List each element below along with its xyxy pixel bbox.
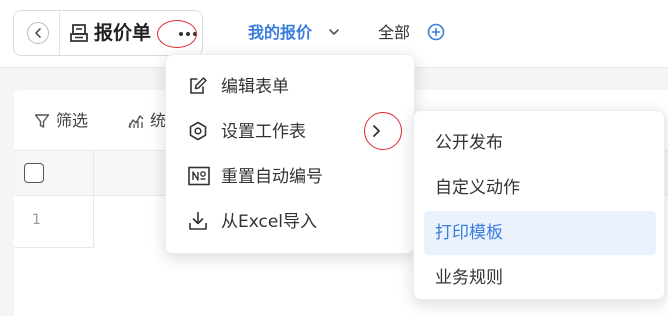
submenu-item-business-rules[interactable]: 业务规则: [424, 256, 656, 300]
highlight-circle-arrow: [364, 112, 402, 150]
tab-all[interactable]: 全部: [378, 22, 410, 44]
sheet-settings-submenu: 公开发布 自定义动作 打印模板 业务规则: [413, 110, 665, 300]
add-view-icon[interactable]: [427, 23, 445, 41]
highlight-circle-more: [157, 20, 197, 48]
tab-my-quotes[interactable]: 我的报价: [248, 22, 312, 44]
submenu-item-label: 自定义动作: [435, 178, 520, 198]
back-area: [14, 11, 60, 55]
menu-item-label: 编辑表单: [221, 77, 289, 97]
menu-item-reset-numbering[interactable]: 重置自动编号: [166, 155, 414, 199]
more-options-menu: 编辑表单 设置工作表 重置自动编号 从Excel导入: [165, 54, 415, 254]
header-checkbox-cell: [14, 151, 94, 195]
page-title: 报价单: [94, 22, 152, 44]
submenu-item-label: 打印模板: [435, 223, 503, 243]
menu-item-label: 设置工作表: [221, 122, 306, 142]
row-number: 1: [32, 212, 41, 228]
menu-item-import-excel[interactable]: 从Excel导入: [166, 200, 414, 244]
table-row[interactable]: 1: [14, 196, 94, 248]
filter-icon: [34, 114, 50, 128]
filter-label: 筛选: [56, 111, 89, 130]
edit-icon: [190, 77, 207, 94]
download-icon: [189, 211, 207, 230]
submenu-item-label: 业务规则: [435, 268, 503, 288]
chevron-down-icon[interactable]: [328, 27, 340, 37]
hexagon-settings-icon: [189, 121, 207, 141]
form-icon: [70, 24, 88, 42]
back-button[interactable]: [27, 22, 49, 44]
chart-icon: [128, 115, 144, 128]
filter-button[interactable]: 筛选: [34, 110, 88, 132]
submenu-item-custom-action[interactable]: 自定义动作: [424, 166, 656, 210]
chevron-left-icon: [35, 28, 41, 38]
submenu-item-publish[interactable]: 公开发布: [424, 121, 656, 165]
submenu-item-print-template[interactable]: 打印模板: [424, 211, 656, 255]
select-all-checkbox[interactable]: [24, 163, 44, 183]
menu-item-label: 从Excel导入: [221, 212, 318, 232]
menu-item-label: 重置自动编号: [221, 167, 323, 187]
numero-icon: [188, 166, 210, 186]
menu-item-edit-form[interactable]: 编辑表单: [166, 65, 414, 109]
submenu-item-label: 公开发布: [435, 133, 503, 153]
